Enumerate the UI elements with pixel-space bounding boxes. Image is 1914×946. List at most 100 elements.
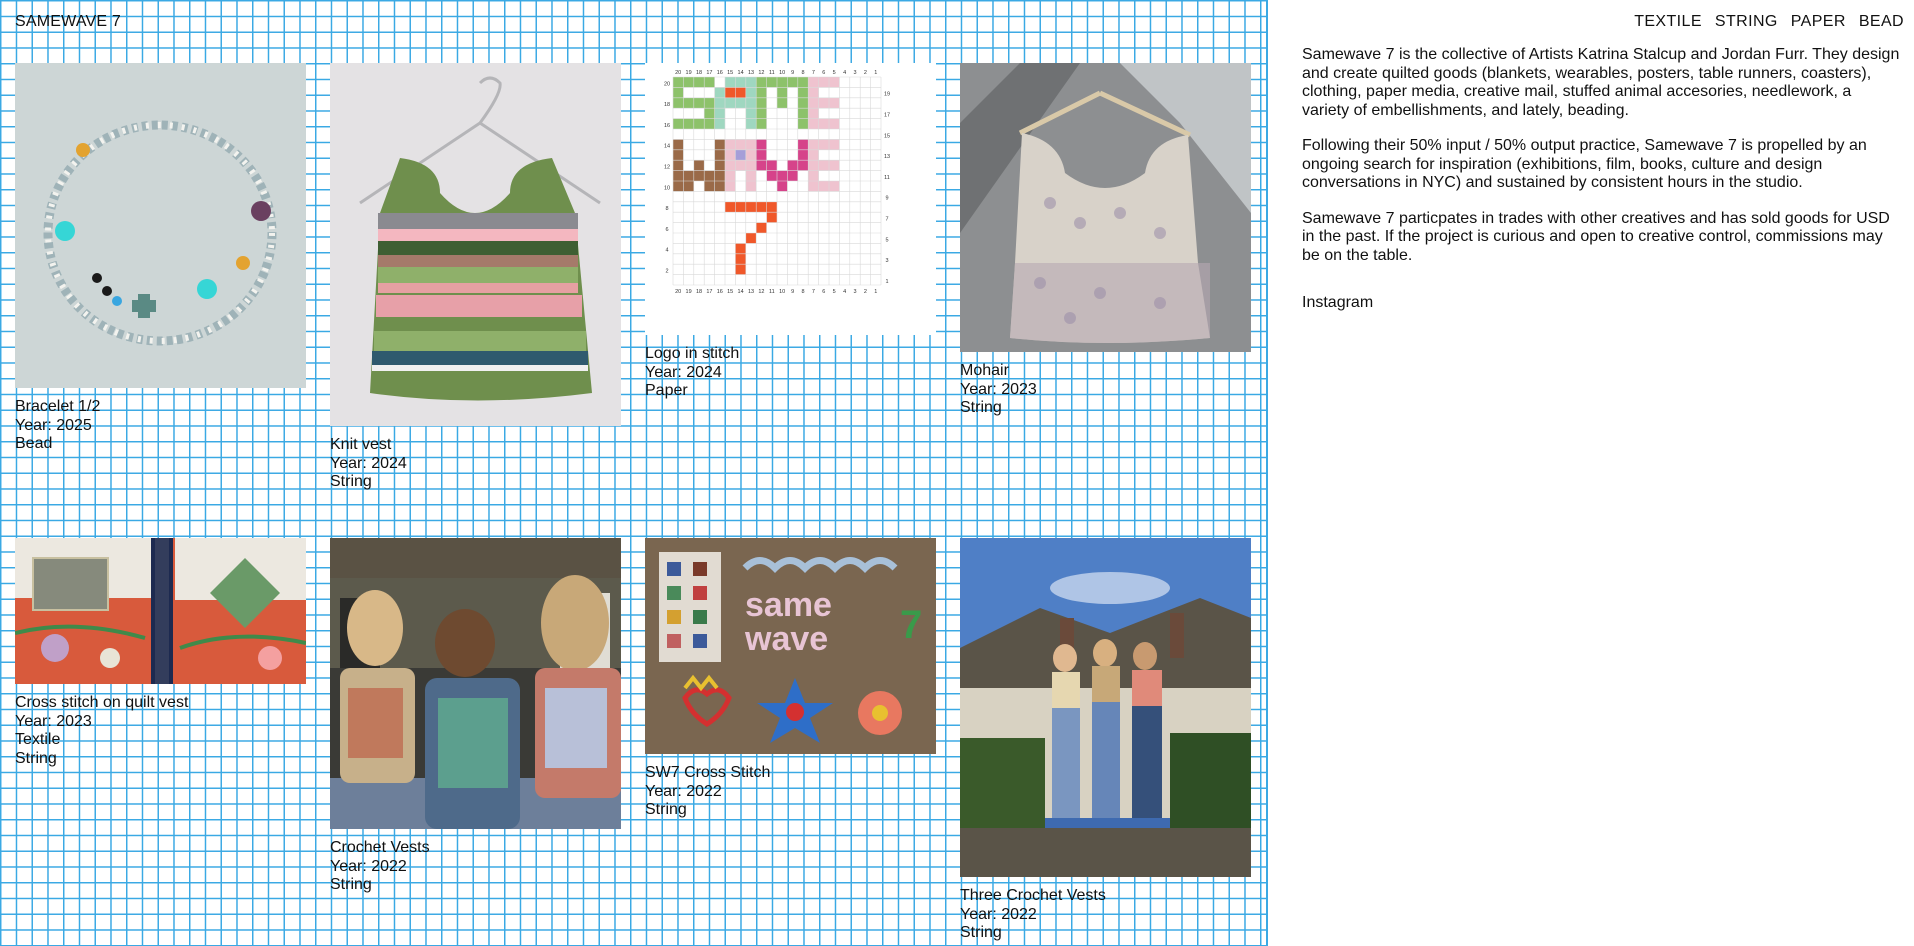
crochet-vests-photo[interactable] (330, 538, 621, 829)
item-year: Year: 2022 (330, 857, 407, 875)
knit-vest-photo[interactable] (330, 63, 621, 426)
logo-ruler-label: 14 (738, 70, 744, 76)
logo-ruler-label: 2 (864, 289, 867, 295)
logo-ruler-label: 4 (665, 248, 668, 254)
nav-item-textile[interactable]: TEXTILE (1634, 13, 1702, 31)
bracelet-photo[interactable] (15, 63, 306, 388)
logo-ruler-label: 3 (885, 258, 888, 264)
item-caption: Bracelet 1/2 Year: 2025 Bead (15, 398, 306, 454)
logo-stitch-block (673, 139, 684, 192)
logo-ruler-label: 20 (675, 70, 681, 76)
logo-stitch-block (714, 139, 725, 192)
about-section: Samewave 7 is the collective of Artists … (1302, 46, 1902, 282)
about-paragraph: Samewave 7 particpates in trades with ot… (1302, 209, 1890, 264)
grid-paper-panel: SAMEWAVE 7 Bracelet 1/2 Year: 2025 Bead … (0, 0, 1268, 946)
gallery-item-logo-in-stitch[interactable]: 20 20 19 19 18 18 17 17 16 16 15 15 14 14 13 13 12 12 11 11… (645, 63, 936, 401)
item-year: Year: 2024 (330, 454, 407, 472)
instagram-link[interactable]: Instagram (1302, 294, 1373, 312)
three-crochet-vests-photo[interactable] (960, 538, 1251, 877)
nav-item-string[interactable]: STRING (1715, 13, 1778, 31)
item-caption: Knit vest Year: 2024 String (330, 436, 621, 492)
logo-stitch-block (725, 139, 757, 150)
gallery-item-cross-stitch-quilt-vest[interactable]: Cross stitch on quilt vest Year: 2023 Te… (15, 538, 306, 768)
logo-ruler-label: 5 (885, 237, 888, 243)
logo-ruler-label: 18 (664, 102, 670, 108)
logo-ruler-label: 10 (779, 70, 785, 76)
logo-ruler-label: 16 (717, 70, 723, 76)
quilt-vest-photo[interactable] (15, 538, 306, 684)
item-tag: Textile (15, 731, 61, 748)
nav-item-bead[interactable]: BEAD (1859, 13, 1904, 31)
logo-ruler-label: 8 (665, 206, 668, 212)
gallery-item-mohair[interactable]: Mohair Year: 2023 String (960, 63, 1251, 418)
item-title[interactable]: Knit vest (330, 436, 621, 455)
logo-stitch-block (797, 139, 809, 171)
logo-ruler-label: 10 (664, 185, 670, 191)
item-title[interactable]: Three Crochet Vests (960, 887, 1251, 906)
item-tag: String (960, 924, 1002, 941)
page: SAMEWAVE 7 Bracelet 1/2 Year: 2025 Bead … (0, 0, 1914, 946)
item-year: Year: 2022 (960, 905, 1037, 923)
item-year: Year: 2022 (645, 782, 722, 800)
item-year: Year: 2024 (645, 363, 722, 381)
logo-ruler-label: 9 (885, 196, 888, 202)
logo-stitch-block (756, 139, 767, 171)
gallery-item-three-crochet-vests[interactable]: Three Crochet Vests Year: 2022 String (960, 538, 1251, 943)
logo-ruler-label: 7 (812, 289, 815, 295)
logo-ruler-label: 17 (884, 113, 890, 119)
logo-ruler-label: 4 (843, 289, 846, 295)
logo-ruler-label: 10 (779, 289, 785, 295)
logo-stitch-block (756, 77, 809, 88)
logo-ruler-label: 3 (853, 70, 856, 76)
svg-text:same: same (745, 586, 832, 624)
logo-stitch-block (735, 243, 746, 254)
logo-stitch-block (756, 222, 767, 233)
item-year: Year: 2023 (960, 380, 1037, 398)
gallery-item-crochet-vests[interactable]: Crochet Vests Year: 2022 String (330, 538, 621, 895)
logo-ruler-label: 11 (884, 175, 890, 181)
gallery-item-bracelet[interactable]: Bracelet 1/2 Year: 2025 Bead (15, 63, 306, 454)
item-tag: String (330, 473, 372, 490)
item-tag: Bead (15, 435, 53, 452)
logo-stitch-block (704, 108, 715, 119)
logo-ruler-label: 5 (833, 70, 836, 76)
logo-stitch-block (673, 87, 684, 98)
logo-ruler-label: 7 (812, 70, 815, 76)
logo-ruler-label: 1 (874, 289, 877, 295)
item-title[interactable]: Cross stitch on quilt vest (15, 694, 306, 713)
logo-ruler-label: 14 (738, 289, 744, 295)
item-title[interactable]: SW7 Cross Stitch (645, 764, 936, 783)
item-title[interactable]: Bracelet 1/2 (15, 398, 306, 417)
item-caption: SW7 Cross Stitch Year: 2022 String (645, 764, 936, 820)
logo-ruler-label: 8 (801, 289, 804, 295)
gallery-item-knit-vest[interactable]: Knit vest Year: 2024 String (330, 63, 621, 492)
site-title[interactable]: SAMEWAVE 7 (15, 13, 121, 31)
svg-text:wave: wave (744, 620, 828, 658)
logo-ruler-label: 6 (665, 227, 668, 233)
item-title[interactable]: Crochet Vests (330, 839, 621, 858)
logo-stitch-block (725, 77, 757, 88)
logo-ruler-label: 17 (706, 70, 712, 76)
logo-chart-image[interactable]: 20 20 19 19 18 18 17 17 16 16 15 15 14 14 13 13 12 12 11 11… (645, 63, 936, 335)
about-paragraph: Samewave 7 is the collective of Artists … (1302, 46, 1900, 119)
item-title[interactable]: Mohair (960, 362, 1251, 381)
gallery-item-sw7-cross-stitch[interactable]: same wave 7 SW7 Cross Stitch Year: 2022 … (645, 538, 936, 820)
item-caption: Cross stitch on quilt vest Year: 2023 Te… (15, 694, 306, 768)
nav-item-paper[interactable]: PAPER (1791, 13, 1846, 31)
sw7-cross-stitch-photo[interactable]: same wave 7 (645, 538, 936, 754)
logo-ruler-label: 19 (686, 70, 692, 76)
logo-stitch-block (766, 212, 777, 223)
mohair-photo[interactable] (960, 63, 1251, 352)
item-caption: Mohair Year: 2023 String (960, 362, 1251, 418)
item-title[interactable]: Logo in stitch (645, 345, 936, 364)
logo-stitch-block (735, 160, 746, 171)
logo-stitch-chart: 2020191918181717161615151414131312121111… (664, 70, 890, 295)
logo-ruler-label: 1 (885, 279, 888, 285)
logo-ruler-label: 20 (675, 289, 681, 295)
item-tag: String (15, 749, 57, 767)
logo-ruler-label: 3 (853, 289, 856, 295)
logo-ruler-label: 15 (884, 133, 890, 139)
logo-ruler-label: 12 (758, 289, 764, 295)
item-caption: Three Crochet Vests Year: 2022 String (960, 887, 1251, 943)
logo-ruler-label: 2 (864, 70, 867, 76)
